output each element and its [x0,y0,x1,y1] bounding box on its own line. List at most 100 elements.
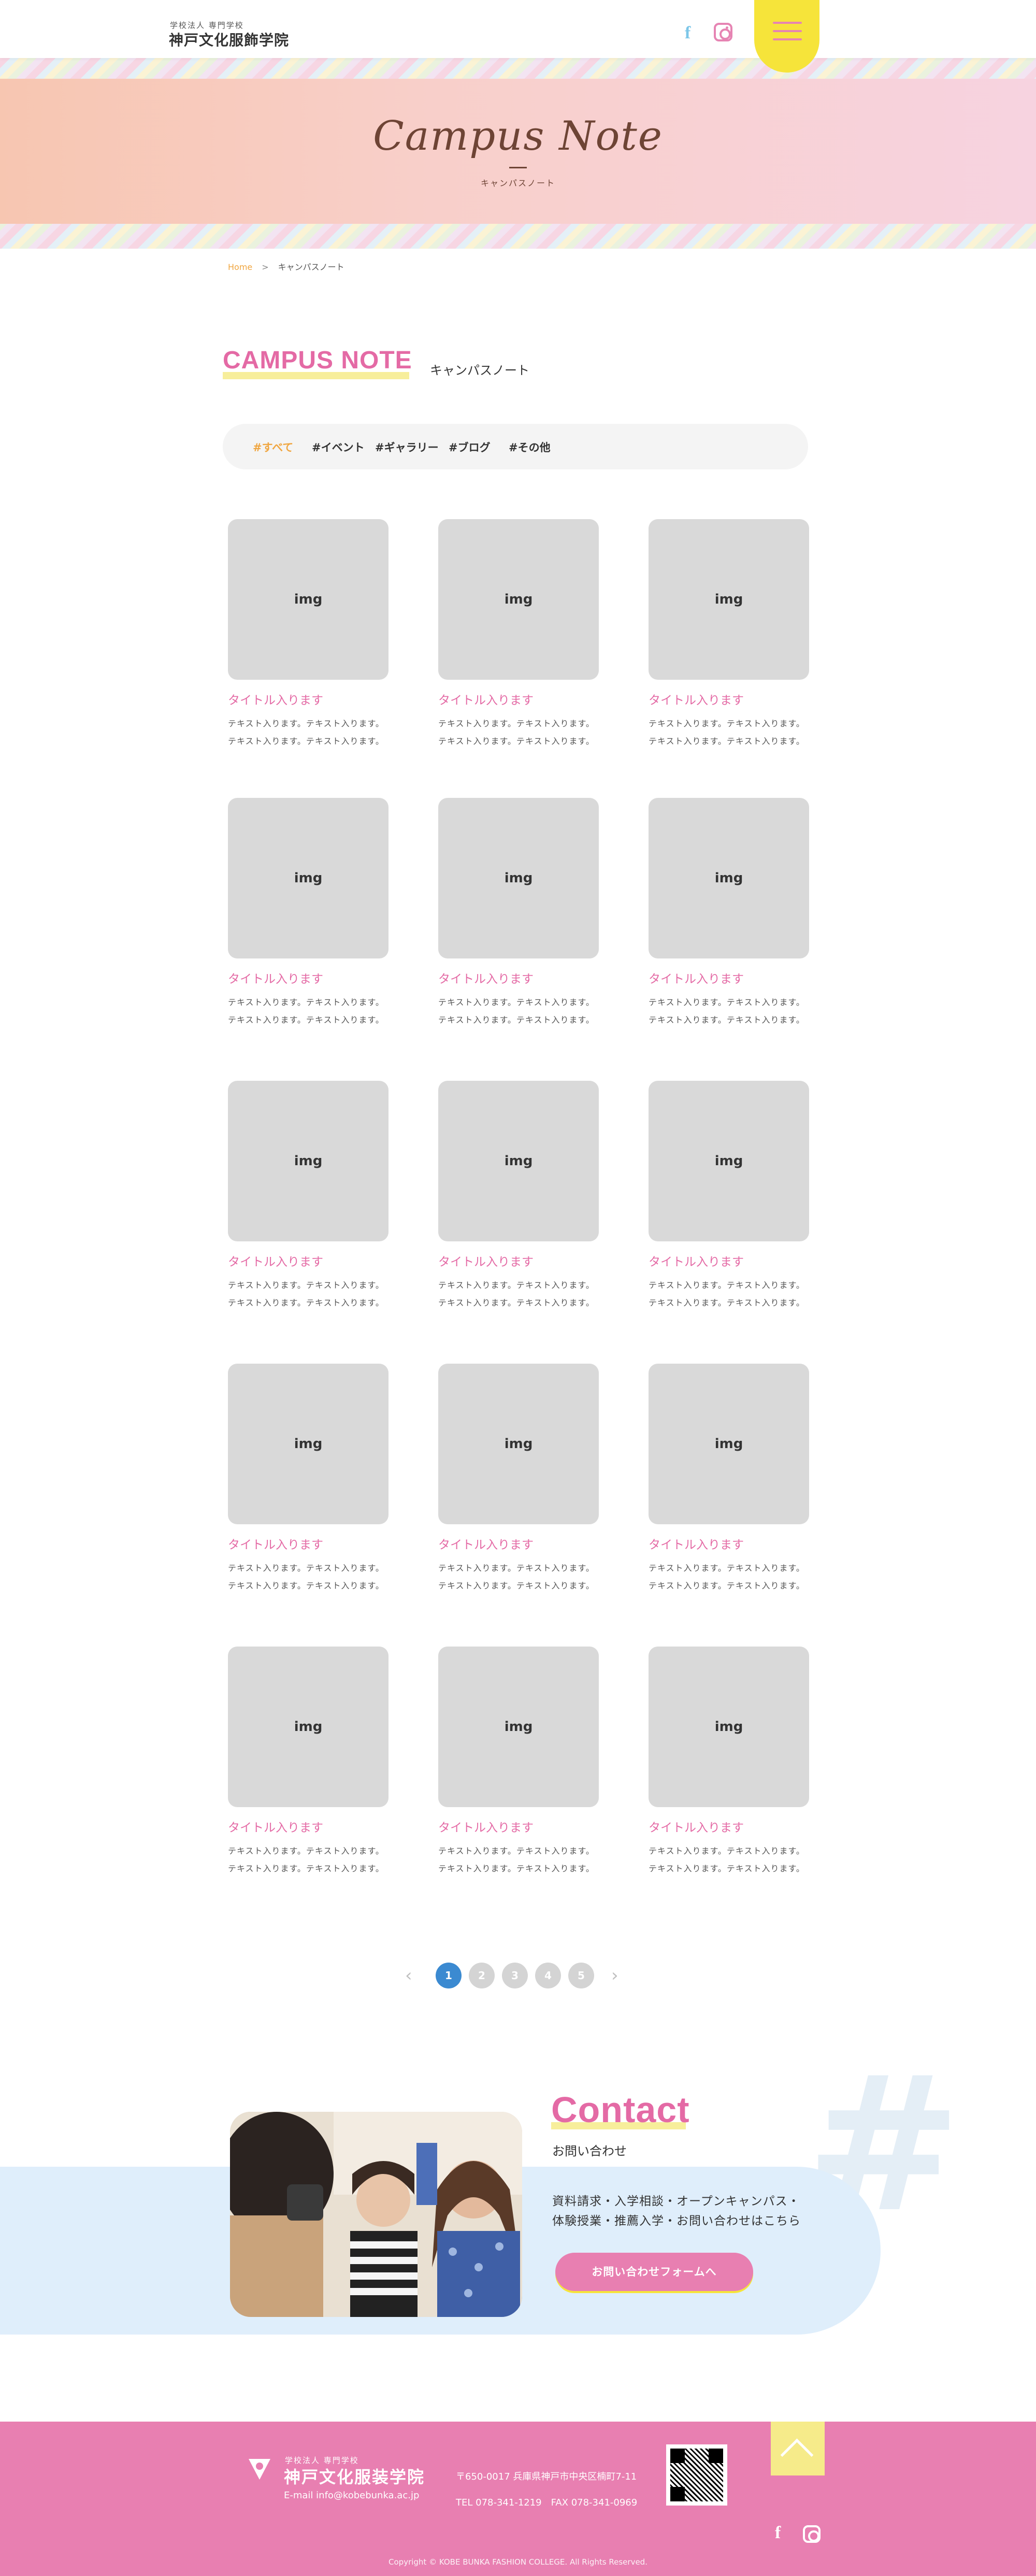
footer-email[interactable]: E-mail info@kobebunka.ac.jp [284,2490,419,2501]
card-title: タイトル入ります [438,972,534,986]
card-thumbnail: img [649,1081,809,1241]
contact-photo [230,2112,522,2317]
card-thumbnail: img [228,519,388,680]
card-thumbnail: img [438,1647,599,1807]
card-title: タイトル入ります [649,1538,744,1552]
site-logo[interactable]: 神戸文化服飾学院 [169,29,289,50]
note-card[interactable]: img タイトル入ります テキスト入ります。テキスト入ります。テキスト入ります。… [649,1081,809,1312]
card-text: テキスト入ります。テキスト入ります。テキスト入ります。テキスト入ります。 [438,1280,595,1308]
note-card[interactable]: img タイトル入ります テキスト入ります。テキスト入ります。テキスト入ります。… [649,1647,809,1878]
filter-event[interactable]: #イベント [312,439,365,455]
card-thumbnail: img [649,798,809,958]
card-title: タイトル入ります [438,1538,534,1552]
chevron-up-icon[interactable] [771,2422,825,2475]
card-text: テキスト入ります。テキスト入ります。テキスト入ります。テキスト入ります。 [228,1280,384,1308]
copyright: Copyright © KOBE BUNKA FASHION COLLEGE. … [388,2557,648,2567]
students-photo-illustration [230,2112,522,2317]
facebook-icon[interactable]: f [775,2523,781,2543]
breadcrumb-home-link[interactable]: Home [228,262,252,272]
title-divider [509,167,527,168]
card-title: タイトル入ります [228,972,323,986]
hamburger-line [773,22,802,24]
note-card[interactable]: img タイトル入ります テキスト入ります。テキスト入ります。テキスト入ります。… [228,1364,388,1595]
note-card[interactable]: img タイトル入ります テキスト入ります。テキスト入ります。テキスト入ります。… [649,798,809,1029]
page-subtitle: キャンパスノート [480,178,555,188]
facebook-icon[interactable]: f [685,23,698,44]
note-card[interactable]: img タイトル入ります テキスト入ります。テキスト入ります。テキスト入ります。… [649,519,809,750]
breadcrumb-separator: > [262,262,269,272]
hamburger-line [773,38,802,40]
site-footer: 学校法人 専門学校 神戸文化服装学院 E-mail info@kobebunka… [0,2422,1036,2576]
card-text: テキスト入ります。テキスト入ります。テキスト入ります。テキスト入ります。 [438,997,595,1025]
card-text: テキスト入ります。テキスト入ります。テキスト入ります。テキスト入ります。 [438,719,595,746]
footer-logo[interactable]: 神戸文化服装学院 [284,2464,425,2488]
page-button-2[interactable]: 2 [469,1963,495,1988]
filter-blog[interactable]: #ブログ [449,439,491,455]
card-text: テキスト入ります。テキスト入ります。テキスト入ります。テキスト入ります。 [228,719,384,746]
card-title: タイトル入ります [228,1821,323,1835]
site-header: 学校法人 専門学校 神戸文化服飾学院 f [0,0,1036,73]
breadcrumb: Home > キャンパスノート [228,260,344,273]
card-thumbnail: img [228,1647,388,1807]
note-card[interactable]: img タイトル入ります テキスト入ります。テキスト入ります。テキスト入ります。… [438,1647,599,1878]
card-thumbnail: img [438,1081,599,1241]
note-card[interactable]: img タイトル入ります テキスト入ります。テキスト入ります。テキスト入ります。… [649,1364,809,1595]
pagination: ‹ 1 2 3 4 5 › [0,1963,1036,1990]
card-text: テキスト入ります。テキスト入ります。テキスト入ります。テキスト入ります。 [649,1563,805,1591]
card-thumbnail: img [438,519,599,680]
card-text: テキスト入ります。テキスト入ります。テキスト入ります。テキスト入ります。 [649,1280,805,1308]
note-card[interactable]: img タイトル入ります テキスト入ります。テキスト入ります。テキスト入ります。… [438,1364,599,1595]
card-thumbnail: img [649,1647,809,1807]
card-thumbnail: img [438,798,599,958]
instagram-icon[interactable] [803,2525,821,2543]
card-text: テキスト入ります。テキスト入ります。テキスト入ります。テキスト入ります。 [228,1563,384,1591]
contact-description: 資料請求・入学相談・オープンキャンパス・体験授業・推薦入学・お問い合わせはこちら [552,2195,801,2228]
note-card[interactable]: img タイトル入ります テキスト入ります。テキスト入ります。テキスト入ります。… [438,798,599,1029]
footer-phone: TEL 078-341-1219 FAX 078-341-0969 [456,2497,638,2508]
card-title: タイトル入ります [649,1255,744,1269]
card-title: タイトル入ります [438,1821,534,1835]
page-button-4[interactable]: 4 [535,1963,561,1988]
note-card[interactable]: img タイトル入ります テキスト入ります。テキスト入ります。テキスト入ります。… [228,519,388,750]
card-text: テキスト入ります。テキスト入ります。テキスト入ります。テキスト入ります。 [438,1563,595,1591]
note-card[interactable]: img タイトル入ります テキスト入ります。テキスト入ります。テキスト入ります。… [438,1081,599,1312]
card-thumbnail: img [228,1364,388,1524]
card-title: タイトル入ります [228,1538,323,1552]
contact-form-button[interactable]: お問い合わせフォームへ [555,2253,753,2291]
card-text: テキスト入ります。テキスト入ります。テキスト入ります。テキスト入ります。 [649,719,805,746]
filter-all[interactable]: #すべて [253,439,293,455]
category-filter-bar: #すべて #イベント #ギャラリー #ブログ #その他 [223,424,808,469]
page-button-5[interactable]: 5 [568,1963,594,1988]
chevron-left-icon[interactable]: ‹ [405,1964,412,1987]
card-title: タイトル入ります [649,694,744,707]
school-logo-icon [249,2459,270,2480]
card-title: タイトル入ります [228,694,323,707]
filter-gallery[interactable]: #ギャラリー [375,439,439,455]
card-text: テキスト入ります。テキスト入ります。テキスト入ります。テキスト入ります。 [228,1846,384,1873]
note-card[interactable]: img タイトル入ります テキスト入ります。テキスト入ります。テキスト入ります。… [228,1081,388,1312]
card-thumbnail: img [649,1364,809,1524]
card-thumbnail: img [228,798,388,958]
instagram-icon[interactable] [714,23,732,41]
contact-subtitle: お問い合わせ [552,2144,627,2158]
page-title: Campus Note [373,113,663,160]
filter-other[interactable]: #その他 [509,439,551,455]
hamburger-menu-button[interactable] [754,0,819,73]
breadcrumb-current: キャンパスノート [278,262,344,272]
note-card[interactable]: img タイトル入ります テキスト入ります。テキスト入ります。テキスト入ります。… [228,798,388,1029]
card-text: テキスト入ります。テキスト入ります。テキスト入ります。テキスト入ります。 [438,1846,595,1873]
chevron-right-icon[interactable]: › [611,1964,618,1987]
card-title: タイトル入ります [649,972,744,986]
card-thumbnail: img [438,1364,599,1524]
card-text: テキスト入ります。テキスト入ります。テキスト入ります。テキスト入ります。 [228,997,384,1025]
card-text: テキスト入ります。テキスト入ります。テキスト入ります。テキスト入ります。 [649,1846,805,1873]
note-card[interactable]: img タイトル入ります テキスト入ります。テキスト入ります。テキスト入ります。… [438,519,599,750]
card-thumbnail: img [228,1081,388,1241]
card-title: タイトル入ります [438,694,534,707]
qr-code [666,2444,727,2506]
note-card[interactable]: img タイトル入ります テキスト入ります。テキスト入ります。テキスト入ります。… [228,1647,388,1878]
card-text: テキスト入ります。テキスト入ります。テキスト入ります。テキスト入ります。 [649,997,805,1025]
page-button-3[interactable]: 3 [502,1963,528,1988]
card-title: タイトル入ります [649,1821,744,1835]
page-button-1[interactable]: 1 [436,1963,462,1988]
